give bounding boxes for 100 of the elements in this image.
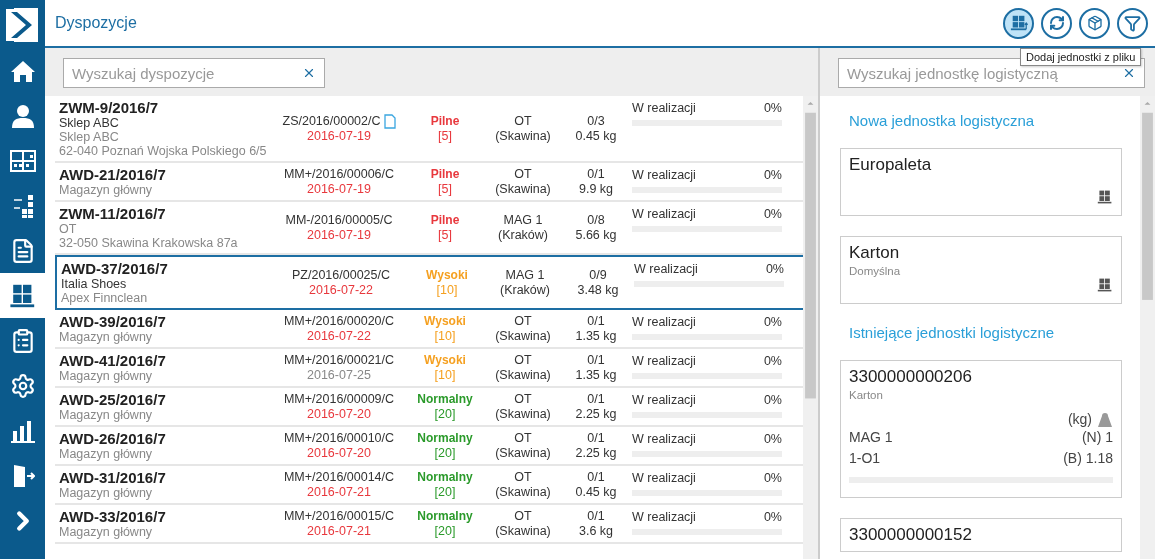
warehouse-location: (Skawina) bbox=[495, 367, 551, 383]
priority-value: [10] bbox=[436, 282, 458, 298]
warehouse-name: OT bbox=[514, 166, 532, 182]
order-detail: Sklep ABC bbox=[59, 116, 120, 130]
order-status: W realizacji bbox=[632, 207, 696, 222]
order-weight: 0.45 kg bbox=[575, 128, 617, 144]
warehouse-name: OT bbox=[514, 508, 532, 524]
warehouse-location: (Skawina) bbox=[495, 406, 551, 422]
order-detail: OT bbox=[59, 222, 78, 236]
unit-type-note: Domyślna bbox=[849, 265, 902, 277]
item-count: 0/8 bbox=[587, 212, 605, 228]
priority-label: Pilne bbox=[430, 166, 460, 182]
order-number: AWD-39/2016/7 bbox=[59, 313, 167, 330]
unit-code: 3300000000152 bbox=[849, 525, 973, 545]
priority-label: Normalny bbox=[417, 430, 473, 446]
order-weight: 2.25 kg bbox=[575, 406, 617, 422]
item-count: 0/1 bbox=[587, 508, 605, 524]
priority-value: [5] bbox=[438, 128, 452, 144]
document-number: PZ/2016/00025/C bbox=[292, 267, 390, 283]
gross-weight: (B) 1.18 bbox=[1063, 449, 1113, 468]
order-weight: 1.35 kg bbox=[575, 328, 617, 344]
order-detail: Apex Finnclean bbox=[61, 291, 149, 305]
item-count: 0/1 bbox=[587, 313, 605, 329]
order-number: AWD-33/2016/7 bbox=[59, 508, 167, 525]
progress-percent: 0% bbox=[763, 471, 782, 486]
order-detail: Magazyn główny bbox=[59, 330, 154, 344]
warehouse-location: (Skawina) bbox=[495, 128, 551, 144]
item-count: 0/1 bbox=[587, 352, 605, 368]
document-number: MM+/2016/00021/C bbox=[283, 352, 395, 368]
item-count: 0/1 bbox=[587, 391, 605, 407]
progress-percent: 0% bbox=[763, 393, 782, 408]
priority-label: Normalny bbox=[417, 469, 473, 485]
document-number: ZS/2016/00002/C bbox=[282, 113, 381, 129]
order-weight: 3.48 kg bbox=[577, 282, 619, 298]
priority-label: Pilne bbox=[430, 212, 460, 228]
warehouse-name: OT bbox=[514, 430, 532, 446]
order-detail: Italia Shoes bbox=[61, 277, 128, 291]
progress-percent: 0% bbox=[763, 354, 782, 369]
document-number: MM+/2016/00020/C bbox=[283, 313, 395, 329]
progress-percent: 0% bbox=[765, 262, 784, 277]
priority-label: Pilne bbox=[430, 113, 460, 129]
order-number: AWD-37/2016/7 bbox=[61, 260, 169, 277]
order-date: 2016-07-21 bbox=[307, 523, 371, 539]
order-date: 2016-07-20 bbox=[307, 406, 371, 422]
order-weight: 9.9 kg bbox=[578, 181, 614, 197]
order-weight: 3.6 kg bbox=[578, 523, 614, 539]
net-weight: (N) 1 bbox=[1081, 428, 1113, 447]
order-detail: Magazyn główny bbox=[59, 525, 154, 539]
order-date: 2016-07-20 bbox=[307, 445, 371, 461]
order-weight: 0.45 kg bbox=[575, 484, 617, 500]
order-number: ZWM-11/2016/7 bbox=[59, 205, 167, 222]
order-detail: Magazyn główny bbox=[59, 183, 154, 197]
order-status: W realizacji bbox=[632, 471, 696, 486]
warehouse-name: OT bbox=[514, 391, 532, 407]
priority-value: [10] bbox=[434, 367, 456, 383]
item-count: 0/1 bbox=[587, 430, 605, 446]
unit-location: 1-O1 bbox=[849, 449, 881, 468]
unit-code: 3300000000206 bbox=[849, 367, 973, 387]
unit-type: Karton bbox=[849, 389, 884, 401]
priority-value: [5] bbox=[438, 227, 452, 243]
order-status: W realizacji bbox=[632, 168, 696, 183]
tooltip: Dodaj jednostki z pliku bbox=[1020, 48, 1142, 66]
order-date: 2016-07-21 bbox=[307, 484, 371, 500]
weight-unit: (kg) bbox=[1067, 411, 1092, 427]
order-number: AWD-41/2016/7 bbox=[59, 352, 167, 369]
unit-warehouse: MAG 1 bbox=[849, 428, 893, 447]
priority-label: Normalny bbox=[417, 508, 473, 524]
order-detail: Magazyn główny bbox=[59, 486, 154, 500]
warehouse-name: MAG 1 bbox=[503, 212, 543, 228]
warehouse-name: OT bbox=[514, 113, 532, 129]
warehouse-name: MAG 1 bbox=[505, 267, 545, 283]
order-status: W realizacji bbox=[632, 315, 696, 330]
warehouse-location: (Skawina) bbox=[495, 328, 551, 344]
priority-label: Wysoki bbox=[424, 313, 466, 329]
document-number: MM+/2016/00010/C bbox=[283, 430, 395, 446]
progress-percent: 0% bbox=[763, 101, 782, 116]
progress-percent: 0% bbox=[763, 315, 782, 330]
document-number: MM+/2016/00009/C bbox=[283, 391, 395, 407]
order-weight: 5.66 kg bbox=[575, 227, 617, 243]
warehouse-location: (Skawina) bbox=[495, 523, 551, 539]
priority-value: [5] bbox=[438, 181, 452, 197]
document-number: MM+/2016/00014/C bbox=[283, 469, 395, 485]
order-date: 2016-07-19 bbox=[307, 227, 371, 243]
order-detail: Magazyn główny bbox=[59, 447, 154, 461]
order-status: W realizacji bbox=[632, 510, 696, 525]
document-number: MM+/2016/00006/C bbox=[283, 166, 395, 182]
progress-percent: 0% bbox=[763, 510, 782, 525]
order-date: 2016-07-22 bbox=[307, 328, 371, 344]
order-date: 2016-07-19 bbox=[307, 181, 371, 197]
warehouse-location: (Kraków) bbox=[500, 282, 550, 298]
priority-value: [20] bbox=[434, 406, 456, 422]
warehouse-name: OT bbox=[514, 352, 532, 368]
item-count: 0/3 bbox=[587, 113, 605, 129]
warehouse-location: (Skawina) bbox=[495, 181, 551, 197]
order-date: 2016-07-25 bbox=[307, 367, 371, 383]
warehouse-name: OT bbox=[514, 469, 532, 485]
order-detail: 62-040 Poznań Wojska Polskiego 6/5 bbox=[59, 144, 268, 158]
priority-label: Wysoki bbox=[424, 352, 466, 368]
unit-type-name: Karton bbox=[849, 243, 901, 263]
document-number: MM-/2016/00005/C bbox=[285, 212, 393, 228]
